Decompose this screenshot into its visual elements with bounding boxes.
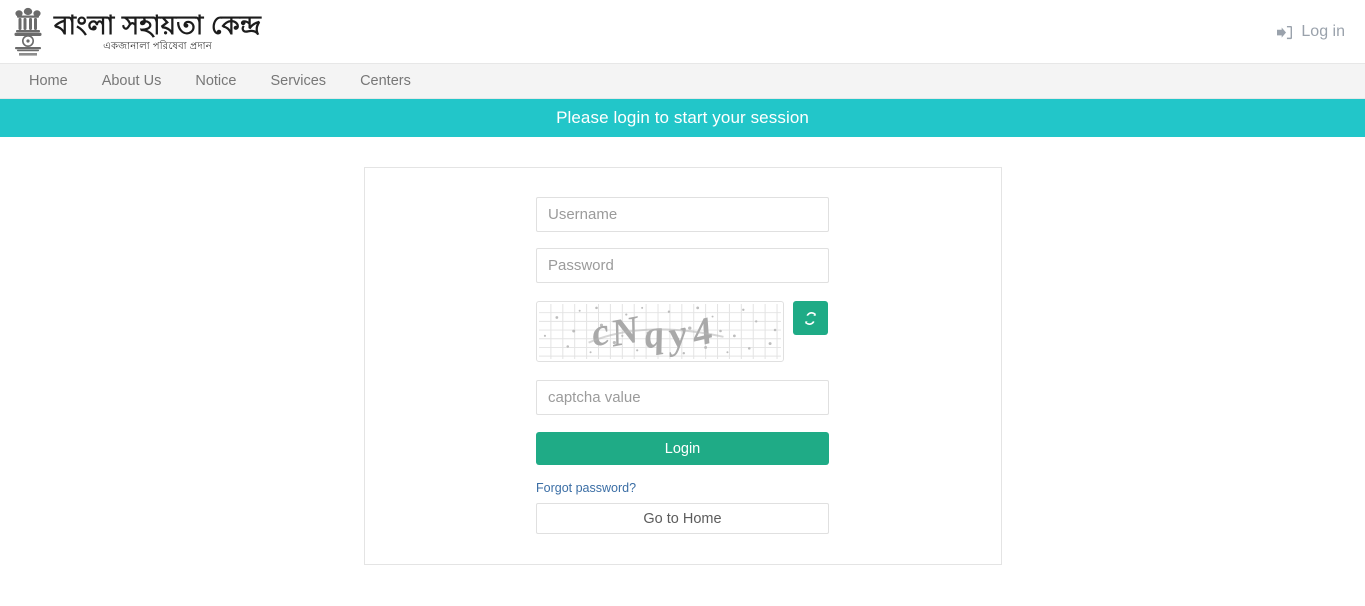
captcha-refresh-button[interactable] [793,301,828,335]
brand-text: বাংলা সহায়তা কেন্দ্র একজানালা পরিষেবা প… [54,12,261,52]
session-banner: Please login to start your session [0,99,1365,137]
site-header: বাংলা সহায়তা কেন্দ্র একজানালা পরিষেবা প… [0,0,1365,64]
nav-item-home[interactable]: Home [12,64,85,98]
india-national-emblem-icon [10,6,46,58]
brand-logo: বাংলা সহায়তা কেন্দ্র একজানালা পরিষেবা প… [0,6,261,58]
username-input[interactable] [536,197,829,232]
login-card: c N q y 4 [363,167,1002,565]
header-login-link[interactable]: Log in [1277,23,1345,41]
nav-item-services[interactable]: Services [253,64,343,98]
header-right: Log in [1277,0,1345,64]
sign-in-icon [1277,25,1293,40]
login-button[interactable]: Login [536,432,829,465]
forgot-password-link[interactable]: Forgot password? [536,481,636,495]
go-to-home-button[interactable]: Go to Home [536,503,829,534]
brand-subtitle: একজানালা পরিষেবা প্রদান [103,40,212,52]
nav-item-about-us[interactable]: About Us [85,64,179,98]
page-body: c N q y 4 [0,137,1365,565]
captcha-image: c N q y 4 [536,301,784,362]
nav-item-centers[interactable]: Centers [343,64,428,98]
main-navigation: Home About Us Notice Services Centers [0,64,1365,99]
nav-item-notice[interactable]: Notice [178,64,253,98]
password-input[interactable] [536,248,829,283]
captcha-value-input[interactable] [536,380,829,415]
captcha-row: c N q y 4 [536,301,829,362]
login-form: c N q y 4 [536,197,829,534]
brand-title: বাংলা সহায়তা কেন্দ্র [54,9,262,40]
refresh-icon [803,311,818,326]
header-login-label: Log in [1301,23,1345,40]
